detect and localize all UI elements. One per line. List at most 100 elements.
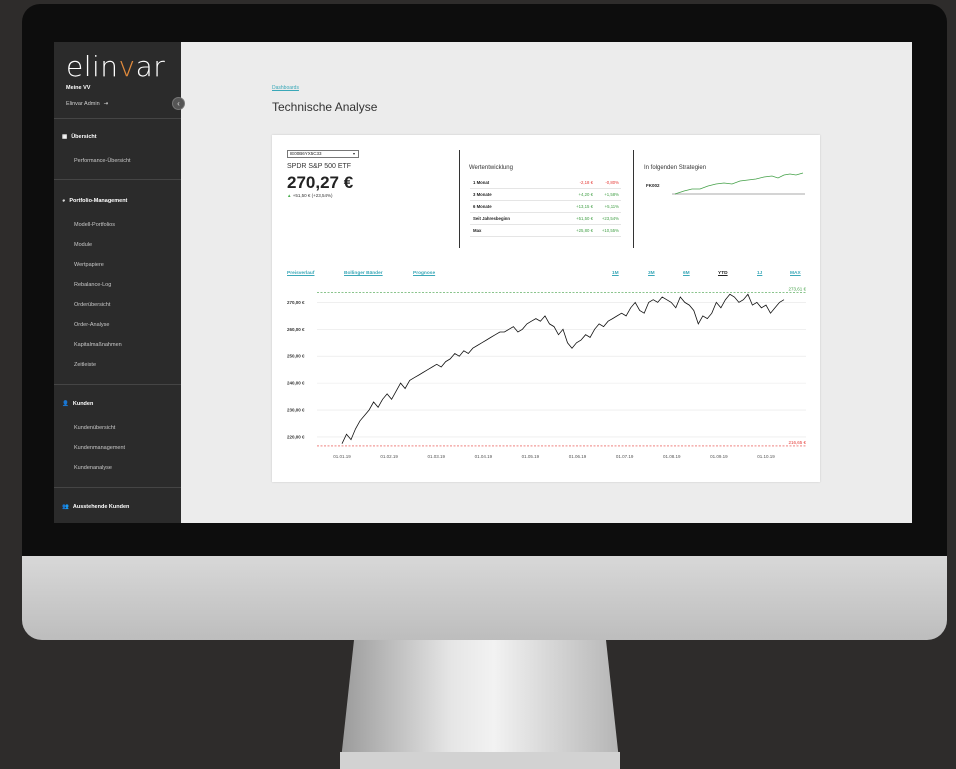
performance-row: 3 Monate +4,20 € +1,58%: [470, 189, 621, 201]
y-tick-label: 230,00 €: [287, 408, 305, 413]
performance-table: 1 Monat -2,18 € -0,80% 3 Monate +4,20 € +1,58…: [470, 177, 621, 237]
range-6m[interactable]: 6M: [683, 271, 690, 276]
security-price: 270,27 €: [287, 173, 354, 192]
x-tick-label: 01.04.19: [475, 454, 493, 459]
divider: [633, 150, 634, 248]
tab-forecast[interactable]: Prognose: [413, 271, 435, 276]
grid-icon: ▦: [62, 134, 68, 140]
x-tick-label: 01.05.19: [522, 454, 540, 459]
performance-period: 1 Monat: [473, 180, 490, 185]
nav-section-customers[interactable]: 👤 Kunden: [62, 401, 93, 407]
collapse-sidebar-button[interactable]: ‹: [172, 97, 185, 110]
strategy-sparkline: [672, 172, 805, 195]
low-label: 216,65 €: [788, 440, 806, 445]
x-tick-label: 01.01.19: [333, 454, 351, 459]
divider: [459, 150, 460, 248]
nav-item-customer-management[interactable]: Kundenmanagement: [74, 445, 125, 451]
performance-absolute: +13,15 €: [576, 204, 593, 209]
x-tick-label: 01.07.19: [616, 454, 634, 459]
breadcrumb[interactable]: Dashboards: [272, 85, 299, 91]
nav-item-performance-overview[interactable]: Performance-Übersicht: [74, 158, 131, 164]
performance-period: 6 Monate: [473, 204, 492, 209]
performance-row: Max +25,80 € +10,55%: [470, 225, 621, 237]
tab-bollinger[interactable]: Bollinger Bänder: [344, 271, 383, 276]
stand-neck: [340, 640, 620, 769]
stand-base: [340, 752, 620, 769]
performance-row: 1 Monat -2,18 € -0,80%: [470, 177, 621, 189]
nav-item-capital-measures[interactable]: Kapitalmaßnahmen: [74, 342, 122, 348]
account-name: Meine VV: [66, 85, 91, 91]
x-tick-label: 01.10.19: [757, 454, 775, 459]
divider: [54, 487, 181, 488]
x-tick-label: 01.06.19: [569, 454, 587, 459]
performance-absolute: -2,18 €: [579, 180, 593, 185]
logo: elinvar: [66, 50, 166, 83]
range-3m[interactable]: 3M: [648, 271, 655, 276]
range-ytd[interactable]: YTD: [718, 271, 728, 276]
pie-chart-icon: ◕: [62, 198, 66, 204]
y-tick-label: 270,00 €: [287, 300, 305, 305]
y-tick-label: 220,00 €: [287, 434, 305, 439]
analysis-card: IE00B6YX5C33 ▾ SPDR S&P 500 ETF 270,27 € …: [272, 135, 820, 482]
divider: [54, 118, 181, 119]
monitor-stand: [0, 640, 956, 769]
range-1y[interactable]: 1J: [757, 271, 762, 276]
nav-item-order-overview[interactable]: Orderübersicht: [74, 302, 110, 308]
nav-section-overview[interactable]: ▦ Übersicht: [62, 134, 97, 140]
screen: elinvar Meine VV Elinvar Admin ⇥ ‹ ▦ Über…: [54, 42, 912, 523]
nav-item-rebalance-log[interactable]: Rebalance-Log: [74, 282, 111, 288]
price-change: ▲ +51,50 € (+23,54%): [287, 193, 333, 198]
performance-percent: +1,58%: [604, 192, 619, 197]
performance-period: Seit Jahresbeginn: [473, 216, 511, 221]
performance-row: 6 Monate +13,15 € +5,11%: [470, 201, 621, 213]
performance-percent: +5,11%: [604, 204, 619, 209]
nav-item-timeline[interactable]: Zeitleiste: [74, 362, 96, 368]
user-menu[interactable]: Elinvar Admin ⇥: [66, 101, 108, 107]
tab-price-history[interactable]: Preisverlauf: [287, 271, 314, 276]
performance-percent: +23,54%: [601, 216, 619, 221]
x-tick-label: 01.08.19: [663, 454, 681, 459]
nav-item-securities[interactable]: Wertpapiere: [74, 262, 104, 268]
x-tick-label: 01.02.19: [380, 454, 398, 459]
user-name: Elinvar Admin: [66, 101, 100, 107]
nav-item-customer-analysis[interactable]: Kundenanalyse: [74, 465, 112, 471]
nav-section-pending-customers[interactable]: 👥 Ausstehende Kunden: [62, 504, 129, 510]
chevron-down-icon: ▾: [352, 151, 355, 156]
performance-absolute: +4,20 €: [578, 192, 593, 197]
strategy-label[interactable]: FK002: [646, 183, 660, 188]
y-tick-label: 240,00 €: [287, 381, 305, 386]
nav-item-model-portfolios[interactable]: Modell-Portfolios: [74, 222, 115, 228]
divider: [54, 179, 181, 180]
people-icon: 👥: [62, 504, 69, 510]
page-title: Technische Analyse: [272, 100, 378, 114]
isin-select[interactable]: IE00B6YX5C33 ▾: [287, 150, 359, 158]
nav-item-modules[interactable]: Module: [74, 242, 92, 248]
nav-section-portfolio-management[interactable]: ◕ Portfolio-Management: [62, 198, 127, 204]
performance-period: Max: [473, 228, 482, 233]
nav-item-customer-overview[interactable]: Kundenübersicht: [74, 425, 115, 431]
performance-absolute: +51,50 €: [576, 216, 593, 221]
x-tick-label: 01.03.19: [427, 454, 445, 459]
logout-icon[interactable]: ⇥: [104, 101, 109, 107]
y-tick-label: 250,00 €: [287, 354, 305, 359]
security-name: SPDR S&P 500 ETF: [287, 163, 352, 170]
range-max[interactable]: MAX: [790, 271, 801, 276]
monitor-chin: [22, 556, 947, 640]
divider: [54, 384, 181, 385]
high-label: 273,61 €: [788, 287, 806, 292]
x-tick-label: 01.09.19: [710, 454, 728, 459]
nav-item-order-analysis[interactable]: Order-Analyse: [74, 322, 109, 328]
y-tick-label: 260,00 €: [287, 327, 305, 332]
price-chart: 270,00 € 260,00 € 250,00 € 240,00 € 230,00 €…: [287, 287, 806, 459]
person-icon: 👤: [62, 401, 69, 407]
price-series-line: [341, 293, 785, 444]
performance-title: Wertentwicklung: [469, 165, 513, 171]
performance-period: 3 Monate: [473, 192, 492, 197]
arrow-up-icon: ▲: [287, 193, 292, 198]
performance-row: Seit Jahresbeginn +51,50 € +23,54%: [470, 213, 621, 225]
sidebar: elinvar Meine VV Elinvar Admin ⇥ ‹ ▦ Über…: [54, 42, 185, 523]
performance-percent: -0,80%: [605, 180, 619, 185]
performance-absolute: +25,80 €: [576, 228, 593, 233]
performance-percent: +10,55%: [601, 228, 619, 233]
range-1m[interactable]: 1M: [612, 271, 619, 276]
